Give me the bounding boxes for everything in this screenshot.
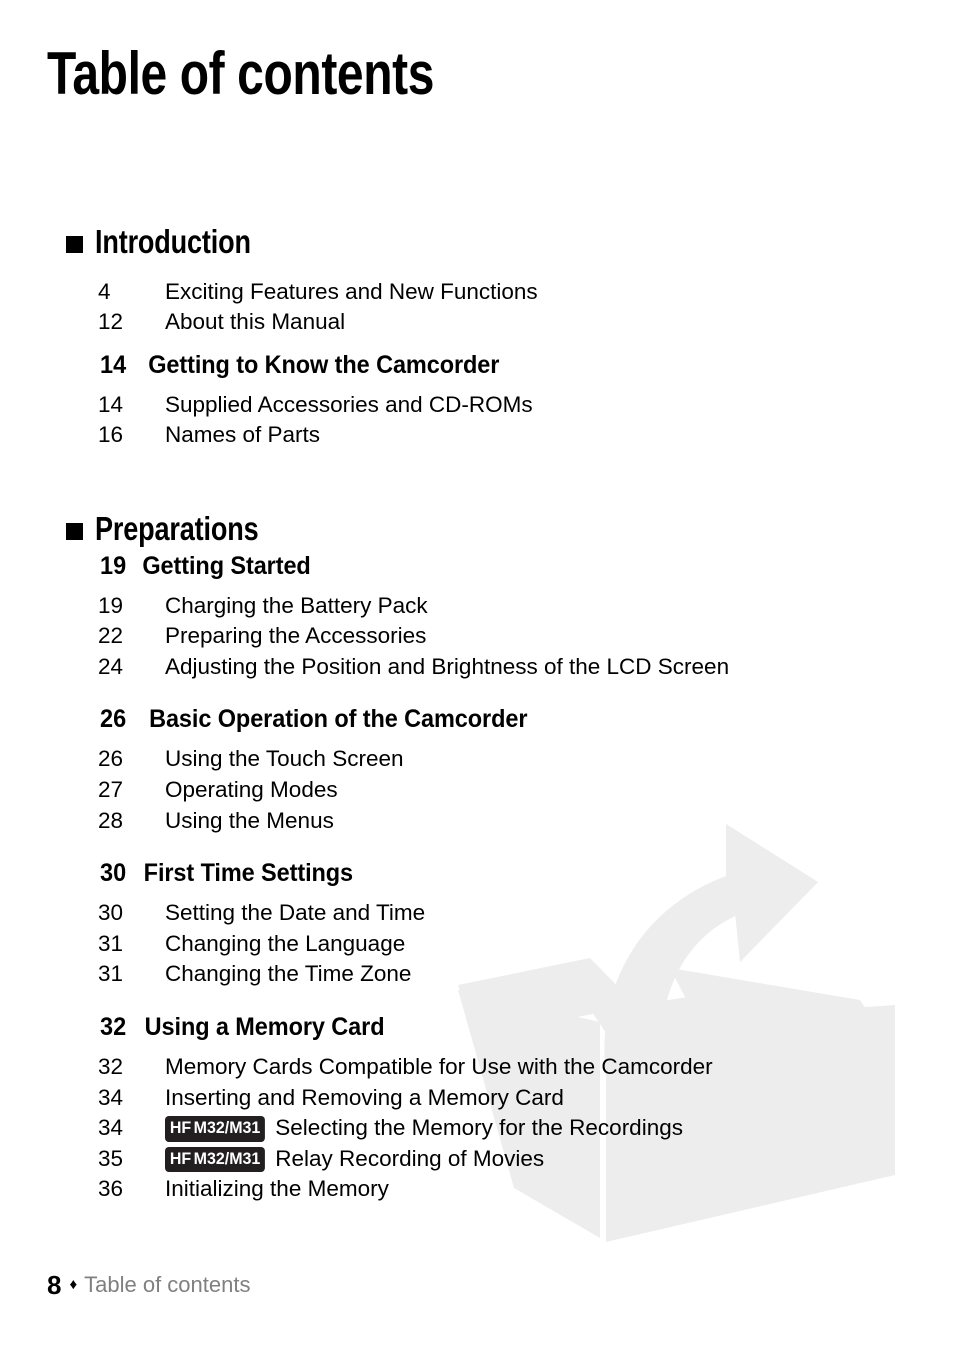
toc-page-number: 34: [98, 1115, 124, 1141]
toc-section-preparations: Preparations 19 Getting Started 19 Charg…: [0, 510, 954, 1209]
diamond-icon: ♦: [69, 1275, 78, 1293]
toc-entry-label: Charging the Battery Pack: [165, 592, 428, 618]
section-header: Introduction: [0, 223, 954, 260]
toc-entry[interactable]: 12 About this Manual: [0, 311, 954, 342]
toc-page-number: 30: [98, 900, 124, 926]
footer-label: Table of contents: [84, 1272, 251, 1297]
toc-entry[interactable]: 28 Using the Menus: [0, 807, 954, 841]
toc-page-number: 16: [98, 422, 124, 448]
toc-entry-label: Operating Modes: [165, 777, 338, 803]
footer-page-number: 8: [47, 1270, 62, 1300]
section-title: Preparations: [95, 510, 259, 548]
toc-entry[interactable]: 26 Using the Touch Screen: [0, 748, 954, 779]
toc-page-number: 22: [98, 623, 124, 649]
toc-entry-label: Changing the Language: [165, 930, 406, 956]
toc-entry-label: Initializing the Memory: [165, 1176, 389, 1202]
toc-entry-label: Inserting and Removing a Memory Card: [165, 1084, 564, 1110]
square-bullet-icon: [66, 522, 83, 540]
toc-entry[interactable]: 32 Memory Cards Compatible for Use with …: [0, 1054, 954, 1087]
toc-entry[interactable]: 24 Adjusting the Position and Brightness…: [0, 653, 954, 687]
toc-page-number: 34: [98, 1084, 124, 1110]
toc-entry-label: Changing the Time Zone: [165, 961, 412, 987]
toc-page-number: 12: [98, 309, 124, 335]
toc-entry[interactable]: 35 HF M32/M31 Relay Recording of Movies: [0, 1145, 954, 1179]
toc-entry-label: Supplied Accessories and CD-ROMs: [165, 391, 533, 417]
toc-entry-label: First Time Settings: [143, 859, 354, 888]
toc-entry[interactable]: 4 Exciting Features and New Functions: [0, 278, 954, 312]
toc-entry[interactable]: 36 Initializing the Memory: [0, 1178, 954, 1209]
toc-entry[interactable]: 27 Operating Modes: [0, 779, 954, 810]
toc-subsection-heading[interactable]: 32 Using a Memory Card: [0, 1015, 954, 1056]
toc-entry-label: Exciting Features and New Functions: [165, 278, 538, 304]
toc-entry[interactable]: 19 Charging the Battery Pack: [0, 592, 954, 626]
document-page: Table of contents Introduction 4 Excitin…: [0, 0, 954, 1345]
toc-entry[interactable]: 14 Supplied Accessories and CD-ROMs: [0, 391, 954, 425]
toc-entry[interactable]: 30 Setting the Date and Time: [0, 902, 954, 933]
toc-page-number: 35: [98, 1145, 124, 1171]
toc-subsection-heading[interactable]: 14 Getting to Know the Camcorder: [0, 350, 954, 394]
toc-entry-label: Getting to Know the Camcorder: [148, 350, 500, 379]
table-of-contents: Introduction 4 Exciting Features and New…: [0, 0, 954, 1209]
toc-subsection-heading[interactable]: 26 Basic Operation of the Camcorder: [0, 707, 954, 748]
toc-page-number: 4: [98, 278, 111, 304]
toc-entry[interactable]: 34 HF M32/M31 Selecting the Memory for th…: [0, 1115, 954, 1148]
toc-page-number: 24: [98, 653, 124, 679]
toc-entry[interactable]: 16 Names of Parts: [0, 424, 954, 455]
toc-entry-label: Setting the Date and Time: [165, 900, 426, 926]
toc-page-number: 31: [98, 930, 124, 956]
toc-entry-label: Getting Started: [142, 551, 311, 580]
toc-page-number: 27: [98, 777, 124, 803]
toc-entry-label: Basic Operation of the Camcorder: [149, 705, 528, 734]
toc-entry-label: Memory Cards Compatible for Use with the…: [165, 1054, 713, 1079]
toc-entry[interactable]: 31 Changing the Language: [0, 930, 954, 964]
toc-entry-label: About this Manual: [165, 309, 346, 335]
toc-page-number: 36: [98, 1176, 124, 1202]
toc-page-number: 19: [98, 592, 124, 618]
toc-entry[interactable]: 31 Changing the Time Zone: [0, 963, 954, 994]
model-badge: HF M32/M31: [165, 1116, 266, 1142]
toc-page-number: 32: [98, 1054, 124, 1079]
toc-entry[interactable]: 22 Preparing the Accessories: [0, 625, 954, 656]
toc-entry-text: Relay Recording of Movies: [275, 1145, 545, 1171]
toc-entry-label: Using the Menus: [165, 807, 334, 833]
toc-page-number: 31: [98, 961, 124, 987]
toc-entry-label: HF M32/M31 Selecting the Memory for the R…: [165, 1115, 683, 1144]
toc-entry-label: HF M32/M31 Relay Recording of Movies: [165, 1145, 545, 1175]
toc-subsection-heading[interactable]: 19 Getting Started: [0, 551, 954, 595]
toc-entry-text: Selecting the Memory for the Recordings: [275, 1115, 683, 1141]
toc-page-number: 28: [98, 807, 124, 833]
toc-page-number: 26: [98, 746, 124, 772]
model-badge: HF M32/M31: [165, 1146, 266, 1173]
square-bullet-icon: [66, 235, 83, 253]
toc-section-introduction: Introduction 4 Exciting Features and New…: [0, 223, 954, 455]
toc-entry-label: Names of Parts: [165, 422, 321, 448]
toc-entry-label: Using a Memory Card: [144, 1013, 385, 1041]
toc-page-number: 14: [98, 391, 124, 417]
page-footer: 8 ♦ Table of contents: [47, 1272, 250, 1298]
section-header: Preparations: [0, 510, 954, 548]
toc-entry-label: Adjusting the Position and Brightness of…: [165, 653, 730, 679]
section-title: Introduction: [95, 223, 251, 260]
toc-entry-label: Using the Touch Screen: [165, 746, 404, 772]
toc-entry-label: Preparing the Accessories: [165, 623, 427, 649]
toc-entry[interactable]: 34 Inserting and Removing a Memory Card: [0, 1084, 954, 1118]
toc-subsection-heading[interactable]: 30 First Time Settings: [0, 861, 954, 902]
